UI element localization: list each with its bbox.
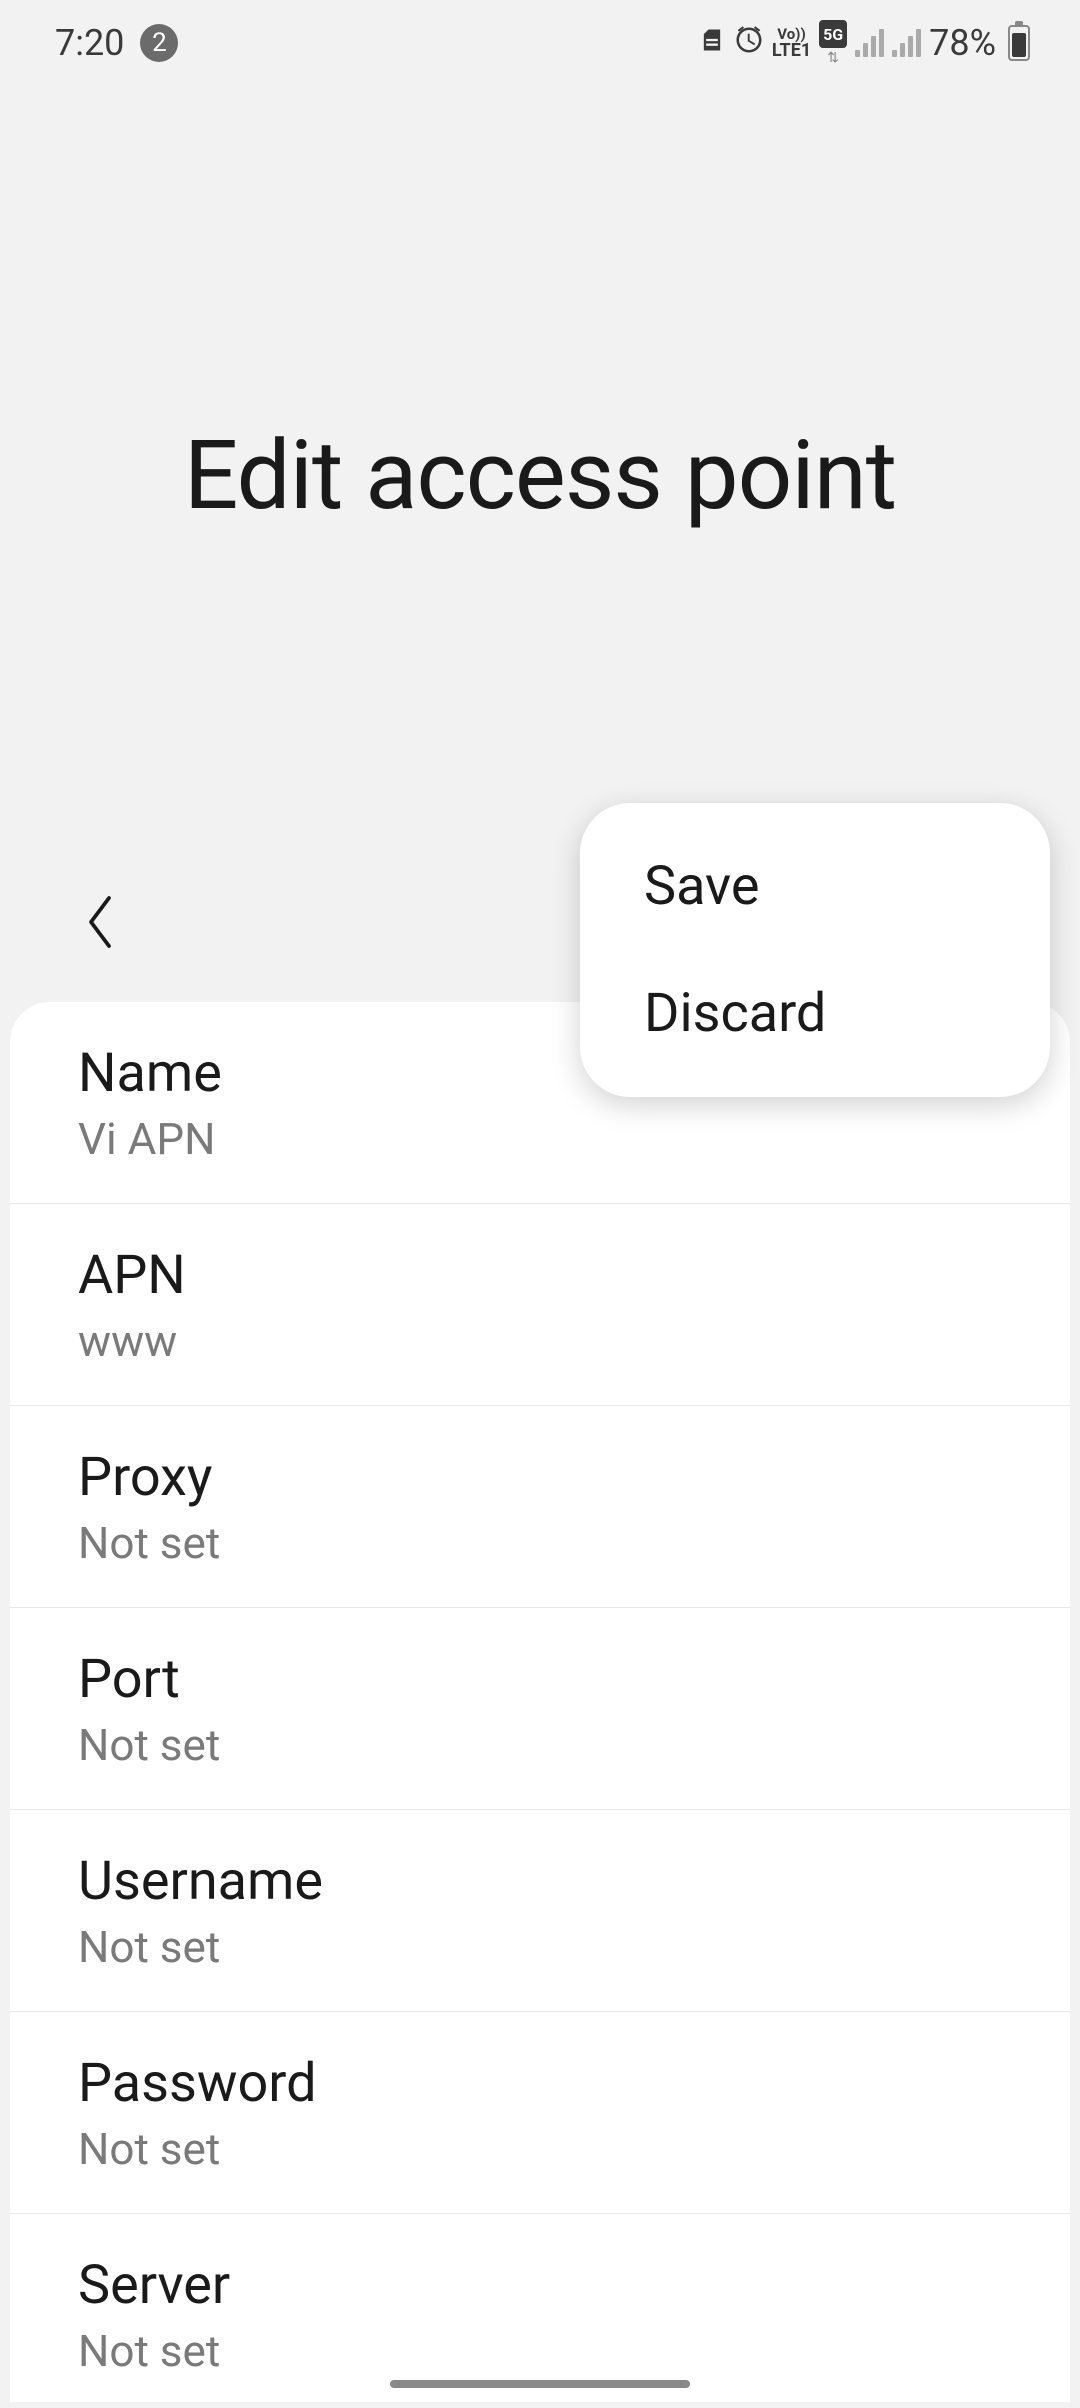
field-value: Not set: [78, 2123, 1002, 2175]
field-label: Username: [78, 1850, 1002, 1913]
field-label: Server: [78, 2254, 1002, 2317]
settings-list: Name Vi APN APN www Proxy Not set Port N…: [10, 1002, 1070, 2402]
5g-indicator: 5G ⇅: [819, 20, 847, 66]
field-username[interactable]: Username Not set: [10, 1810, 1070, 2012]
battery-percent: 78%: [929, 22, 996, 64]
field-proxy[interactable]: Proxy Not set: [10, 1406, 1070, 1608]
menu-item-discard[interactable]: Discard: [580, 950, 1050, 1077]
sim-icon: [698, 26, 726, 61]
field-value: Not set: [78, 1517, 1002, 1569]
volte-indicator: Vo)) LTE1: [772, 27, 811, 60]
alarm-icon: [734, 25, 764, 62]
overflow-menu: Save Discard: [580, 803, 1050, 1097]
field-label: Port: [78, 1648, 1002, 1711]
field-value: Not set: [78, 1921, 1002, 1973]
field-label: APN: [78, 1244, 1002, 1307]
data-arrows-icon: ⇅: [827, 50, 839, 66]
battery-icon: [1008, 25, 1030, 61]
field-port[interactable]: Port Not set: [10, 1608, 1070, 1810]
status-right: Vo)) LTE1 5G ⇅ 78%: [698, 20, 1030, 66]
back-button[interactable]: [70, 892, 130, 952]
chevron-left-icon: [82, 892, 118, 952]
page-title: Edit access point: [0, 420, 1080, 532]
status-time: 7:20: [55, 22, 124, 64]
menu-item-save[interactable]: Save: [580, 823, 1050, 950]
field-value: Vi APN: [78, 1113, 1002, 1165]
notification-count-badge: 2: [140, 24, 178, 62]
field-label: Password: [78, 2052, 1002, 2115]
signal-bars-1: [855, 29, 884, 57]
field-label: Proxy: [78, 1446, 1002, 1509]
field-server[interactable]: Server Not set: [10, 2214, 1070, 2402]
field-apn[interactable]: APN www: [10, 1204, 1070, 1406]
status-left: 7:20 2: [55, 22, 178, 64]
field-value: www: [78, 1315, 1002, 1367]
nav-handle[interactable]: [390, 2380, 690, 2388]
signal-bars-2: [892, 29, 921, 57]
field-value: Not set: [78, 1719, 1002, 1771]
field-password[interactable]: Password Not set: [10, 2012, 1070, 2214]
field-value: Not set: [78, 2325, 1002, 2377]
status-bar: 7:20 2 Vo)) LTE1 5G ⇅ 78%: [0, 0, 1080, 70]
